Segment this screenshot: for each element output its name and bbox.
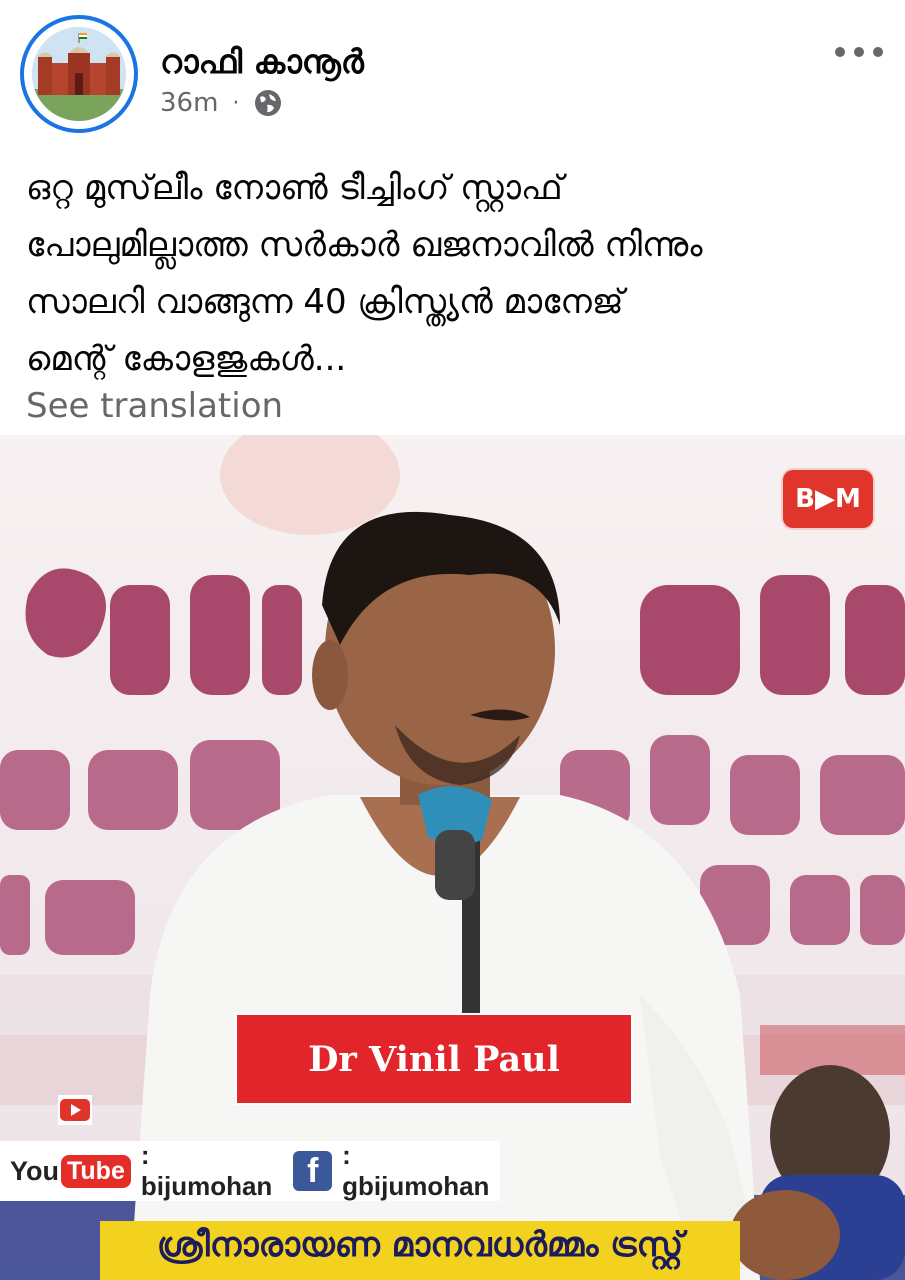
facebook-handle: : gbijumohan [342, 1140, 490, 1201]
channel-logo: B▶M [783, 470, 873, 528]
youtube-handle: : bijumohan [140, 1140, 273, 1201]
red-fort-image [32, 27, 126, 121]
post-header: റാഫി കാനൂർ 36m · [0, 0, 905, 140]
author-name[interactable]: റാഫി കാനൂർ [160, 42, 364, 82]
social-action-icons [58, 1095, 198, 1141]
author-avatar[interactable] [20, 15, 138, 133]
see-translation-link[interactable]: See translation [26, 386, 283, 426]
youtube-logo-icon: Tube [61, 1154, 131, 1188]
youtube-word: You [10, 1155, 59, 1186]
facebook-icon: f [293, 1151, 333, 1191]
post-text: ഒറ്റ മുസ്‌ലീം നോൺ ടീച്ചിംഗ് സ്റ്റാഫ് പോല… [26, 168, 703, 379]
globe-icon [253, 88, 283, 118]
meta-separator: · [232, 90, 240, 116]
post-meta: 36m · [160, 88, 283, 118]
more-options-icon[interactable] [835, 40, 883, 64]
video-player[interactable]: B▶M Dr Vinil Paul You Tube : bijumohan f… [0, 435, 905, 1280]
social-handles-bar: You Tube : bijumohan f : gbijumohan [0, 1140, 500, 1201]
post-time[interactable]: 36m [160, 88, 218, 118]
speaker-name-plate: Dr Vinil Paul [235, 1013, 633, 1105]
trust-banner: ശ്രീനാരായണ മാനവധർമ്മം ട്രസ്റ്റ് [100, 1221, 740, 1280]
subscribe-icon [58, 1095, 92, 1125]
